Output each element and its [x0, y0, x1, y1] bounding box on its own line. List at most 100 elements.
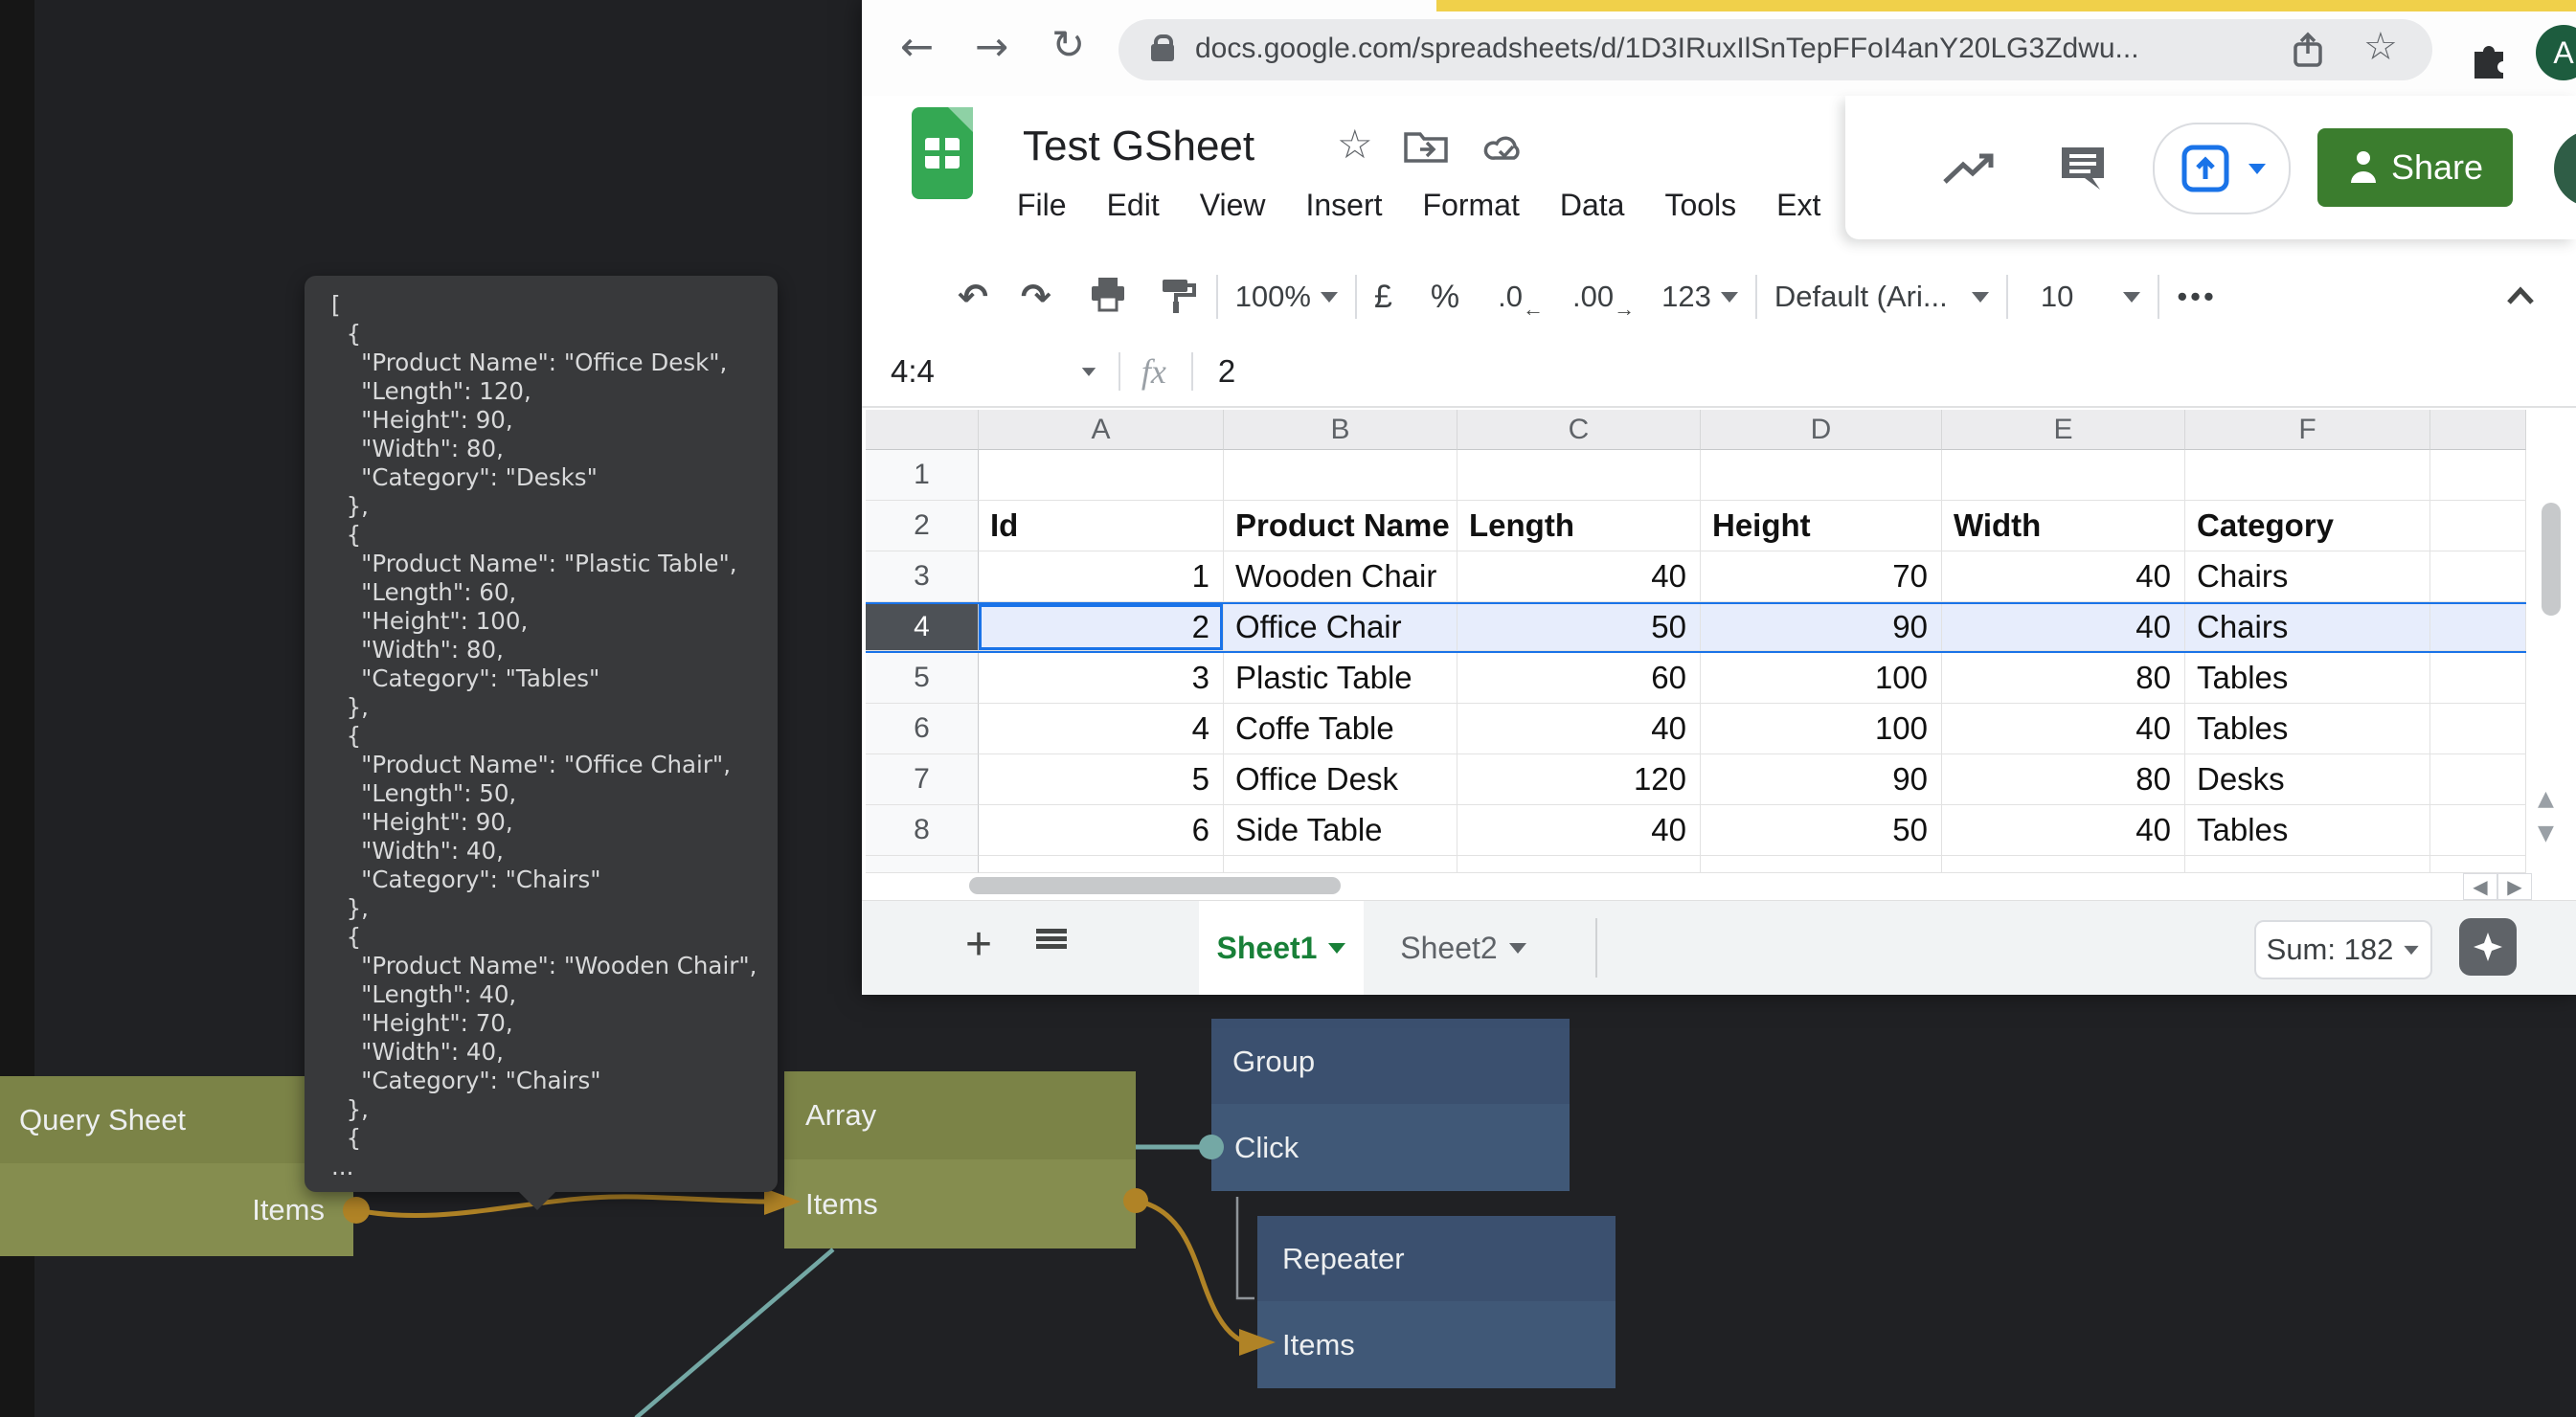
spreadsheet-stats-icon[interactable]: [1941, 149, 1997, 194]
cell[interactable]: Tables: [2185, 653, 2430, 704]
browser-avatar[interactable]: A: [2536, 25, 2576, 80]
cell[interactable]: [1457, 450, 1701, 501]
cell[interactable]: [2430, 501, 2526, 551]
corner-cell[interactable]: [866, 410, 979, 450]
cell[interactable]: Product Name: [1224, 501, 1457, 551]
cell[interactable]: 6: [979, 805, 1224, 856]
comment-icon[interactable]: [2058, 144, 2110, 196]
more-toolbar-button[interactable]: •••: [2177, 280, 2217, 314]
cell[interactable]: 4: [979, 704, 1224, 754]
cell[interactable]: 50: [1457, 604, 1701, 651]
reload-icon[interactable]: ↻: [1051, 21, 1085, 68]
cell[interactable]: Plastic Table: [1224, 653, 1457, 704]
row-header-5[interactable]: 5: [866, 653, 979, 704]
menu-file[interactable]: File: [1017, 188, 1067, 223]
column-header-F[interactable]: F: [2185, 410, 2430, 450]
cell[interactable]: 5: [979, 754, 1224, 805]
menu-view[interactable]: View: [1200, 188, 1266, 223]
menu-insert[interactable]: Insert: [1305, 188, 1382, 223]
cell[interactable]: 3: [979, 653, 1224, 704]
zoom-select[interactable]: 100%: [1235, 280, 1311, 314]
menu-extensions[interactable]: Ext: [1776, 188, 1820, 223]
present-to-meeting-button[interactable]: [2153, 123, 2291, 214]
cell[interactable]: [1942, 450, 2185, 501]
number-format-button[interactable]: 123: [1661, 280, 1711, 314]
all-sheets-menu-icon[interactable]: [1036, 926, 1067, 952]
url-text[interactable]: docs.google.com/spreadsheets/d/1D3IRuxIl…: [1195, 33, 2139, 65]
vertical-scrollbar[interactable]: [2542, 503, 2561, 616]
row-header-4[interactable]: 4: [866, 604, 979, 651]
cell[interactable]: Desks: [2185, 754, 2430, 805]
wire-array-repeater[interactable]: [1136, 1201, 1241, 1340]
scroll-up-icon[interactable]: ▲: [2538, 787, 2554, 811]
cell[interactable]: 40: [1942, 704, 2185, 754]
cell[interactable]: [2430, 450, 2526, 501]
column-header-C[interactable]: C: [1457, 410, 1701, 450]
cell[interactable]: [2185, 450, 2430, 501]
add-sheet-button[interactable]: +: [965, 918, 992, 971]
menu-data[interactable]: Data: [1560, 188, 1625, 223]
row-header-7[interactable]: 7: [866, 754, 979, 805]
menu-edit[interactable]: Edit: [1107, 188, 1160, 223]
font-family-select[interactable]: Default (Ari...: [1774, 280, 1962, 314]
cell[interactable]: Chairs: [2185, 604, 2430, 651]
formula-input[interactable]: 2: [1218, 353, 1235, 390]
cell[interactable]: Office Chair: [1224, 604, 1457, 651]
explore-button[interactable]: [2459, 918, 2517, 976]
cell[interactable]: 60: [1457, 653, 1701, 704]
row-header-3[interactable]: 3: [866, 551, 979, 602]
undo-icon[interactable]: ↶: [958, 276, 988, 318]
cell[interactable]: Office Desk: [1224, 754, 1457, 805]
cell[interactable]: Width: [1942, 501, 2185, 551]
cell[interactable]: Category: [2185, 501, 2430, 551]
document-title[interactable]: Test GSheet: [1023, 123, 1254, 170]
cell[interactable]: 100: [1701, 704, 1942, 754]
cell[interactable]: 40: [1457, 704, 1701, 754]
port-items-out[interactable]: Items: [0, 1163, 353, 1256]
star-document-icon[interactable]: ☆: [1337, 121, 1373, 168]
wire-querysheet-array[interactable]: [356, 1197, 766, 1216]
cell[interactable]: [1224, 450, 1457, 501]
decrease-decimal-button[interactable]: .0: [1498, 280, 1523, 314]
wire-array-offscreen[interactable]: [636, 1249, 833, 1417]
cell[interactable]: 50: [1701, 805, 1942, 856]
node-repeater[interactable]: Repeater Items: [1257, 1216, 1616, 1388]
port-items-in[interactable]: Items: [784, 1159, 1136, 1248]
cell[interactable]: Length: [1457, 501, 1701, 551]
cell[interactable]: 70: [1701, 551, 1942, 602]
cell[interactable]: Height: [1701, 501, 1942, 551]
cell[interactable]: [1701, 450, 1942, 501]
cell[interactable]: 120: [1457, 754, 1701, 805]
format-percent-button[interactable]: %: [1431, 279, 1459, 316]
cell[interactable]: 40: [1942, 551, 2185, 602]
cell[interactable]: 90: [1701, 604, 1942, 651]
font-size-select[interactable]: 10: [2041, 280, 2073, 314]
collapse-toolbar-icon[interactable]: [2505, 285, 2536, 311]
sheets-logo-icon[interactable]: [912, 107, 973, 199]
print-icon[interactable]: [1088, 276, 1128, 319]
menu-tools[interactable]: Tools: [1664, 188, 1736, 223]
column-header-E[interactable]: E: [1942, 410, 2185, 450]
cell[interactable]: [2430, 805, 2526, 856]
cloud-saved-icon[interactable]: [1482, 130, 1530, 171]
row-header-2[interactable]: 2: [866, 501, 979, 551]
cell[interactable]: 90: [1701, 754, 1942, 805]
cell[interactable]: 80: [1942, 754, 2185, 805]
cell[interactable]: Id: [979, 501, 1224, 551]
cell[interactable]: 100: [1701, 653, 1942, 704]
tab-sheet1[interactable]: Sheet1: [1199, 901, 1364, 995]
bookmark-star-icon[interactable]: ☆: [2363, 25, 2398, 69]
scroll-left-icon[interactable]: ◀: [2463, 873, 2497, 900]
cell[interactable]: Tables: [2185, 704, 2430, 754]
node-group[interactable]: Group Click: [1211, 1019, 1570, 1191]
horizontal-scrollbar[interactable]: [969, 877, 1341, 894]
redo-icon[interactable]: ↷: [1021, 276, 1051, 318]
port-items-in[interactable]: Items: [1257, 1301, 1616, 1388]
increase-decimal-button[interactable]: .00: [1572, 280, 1614, 314]
cell[interactable]: Chairs: [2185, 551, 2430, 602]
back-icon[interactable]: ←: [900, 23, 934, 70]
cell[interactable]: 40: [1457, 551, 1701, 602]
port-click[interactable]: Click: [1211, 1104, 1570, 1191]
node-array[interactable]: Array Items: [784, 1071, 1136, 1248]
cell[interactable]: [2430, 551, 2526, 602]
